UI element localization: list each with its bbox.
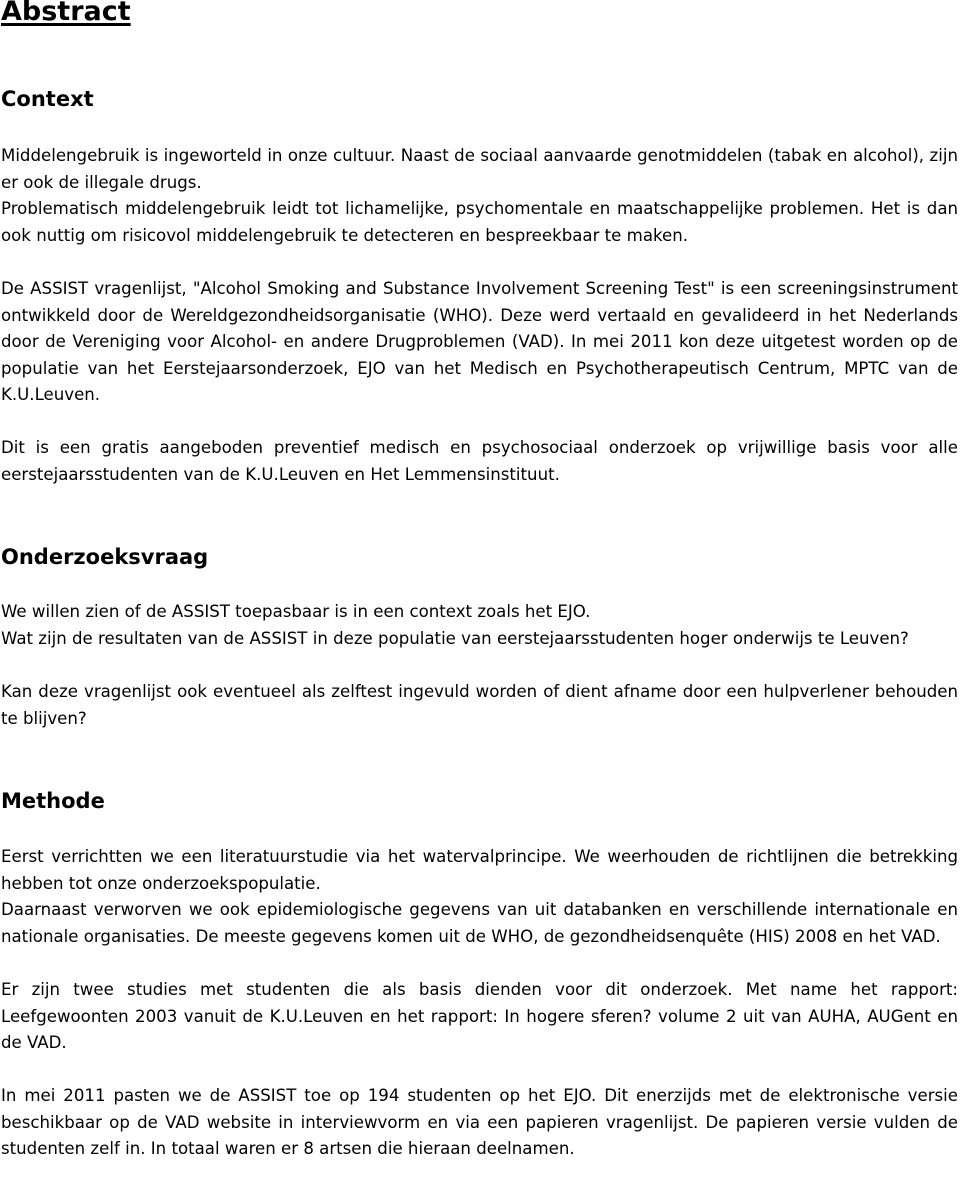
paragraph: Middelengebruik is ingeworteld in onze c… (1, 146, 958, 192)
paragraph: De ASSIST vragenlijst, "Alcohol Smoking … (1, 279, 958, 405)
section-heading-methode: Methode (1, 789, 105, 813)
paragraph: Dit is een gratis aangeboden preventief … (1, 438, 958, 484)
paragraph: Daarnaast verworven we ook epidemiologis… (1, 900, 958, 946)
paragraph: Eerst verrichtten we een literatuurstudi… (1, 847, 958, 893)
paragraph: Er zijn twee studies met studenten die a… (1, 980, 958, 1053)
section-heading-onderzoeksvraag: Onderzoeksvraag (1, 545, 209, 569)
paragraph: We willen zien of de ASSIST toepasbaar i… (1, 602, 591, 621)
document-title: Abstract (1, 0, 131, 27)
paragraph: Problematisch middelengebruik leidt tot … (1, 199, 958, 245)
paragraph: In mei 2011 pasten we de ASSIST toe op 1… (1, 1086, 958, 1159)
paragraph: Wat zijn de resultaten van de ASSIST in … (1, 629, 909, 648)
section-heading-context: Context (1, 87, 94, 111)
paragraph: Kan deze vragenlijst ook eventueel als z… (1, 682, 958, 728)
